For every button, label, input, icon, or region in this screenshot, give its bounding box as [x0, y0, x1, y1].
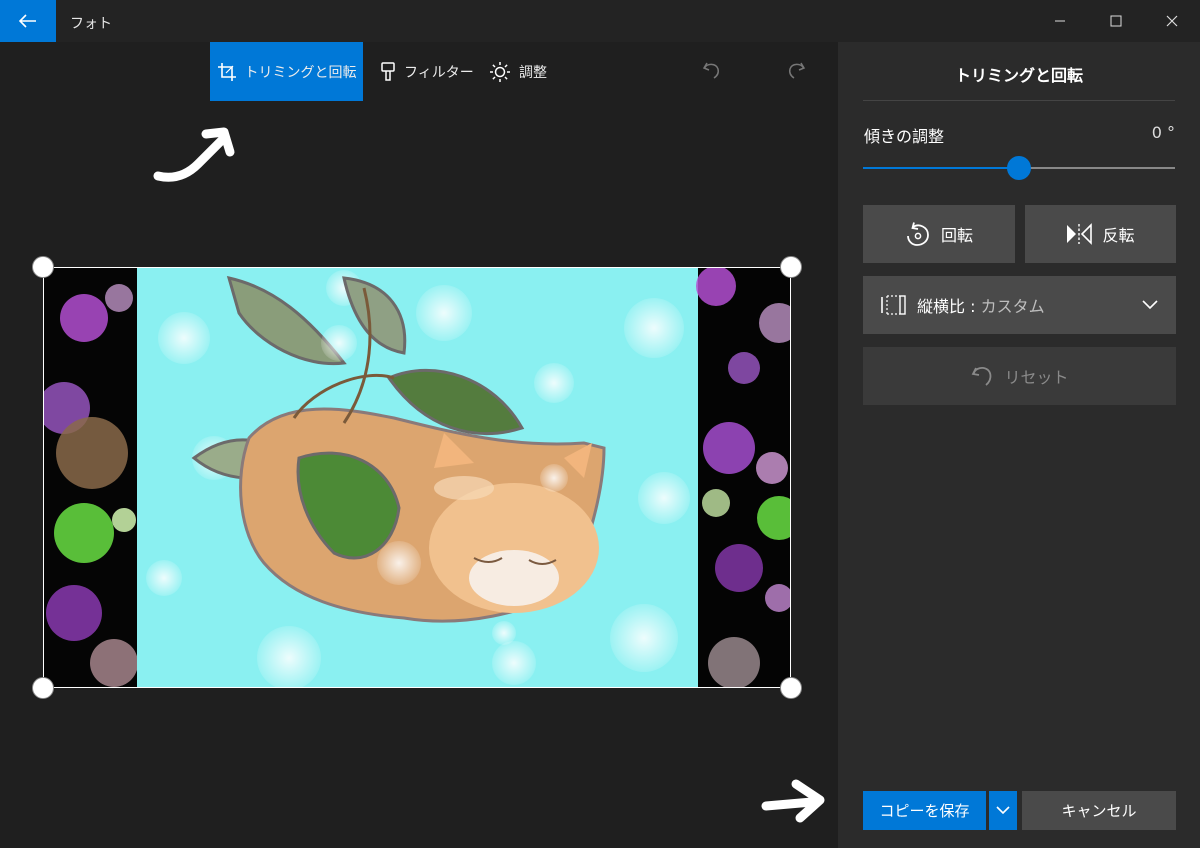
undo-button[interactable] [696, 54, 728, 86]
back-button[interactable] [0, 0, 56, 42]
close-window-button[interactable] [1144, 0, 1200, 42]
cancel-label: キャンセル [1061, 802, 1137, 820]
crop-rotate-panel: トリミングと回転 傾きの調整 0 ° 回転 反転 縦横比 : カスタム リセット… [838, 42, 1200, 848]
crop-handle-top-right[interactable] [780, 256, 802, 278]
straighten-slider-fill [863, 167, 1019, 169]
cancel-button[interactable]: キャンセル [1022, 791, 1176, 830]
aspect-ratio-prefix: 縦横比 : [917, 297, 981, 316]
straighten-value: 0 ° [1151, 123, 1175, 142]
chevron-down-icon [996, 806, 1010, 815]
aspect-ratio-icon [881, 295, 906, 315]
crop-icon [217, 62, 236, 81]
editor-canvas: トリミングと回転 フィルター 調整 [0, 42, 838, 848]
flip-button[interactable]: 反転 [1025, 205, 1176, 263]
rotate-icon [907, 222, 929, 246]
panel-title: トリミングと回転 [954, 66, 1083, 85]
crop-handle-bottom-left[interactable] [32, 677, 54, 699]
aspect-ratio-value: カスタム [980, 297, 1045, 316]
crop-handle-top-left[interactable] [32, 256, 54, 278]
maximize-button[interactable] [1088, 0, 1144, 42]
rotate-button[interactable]: 回転 [863, 205, 1015, 263]
maximize-icon [1110, 15, 1122, 27]
annotation-arrow-right [761, 779, 825, 823]
straighten-slider[interactable] [863, 156, 1175, 180]
save-options-dropdown[interactable] [989, 791, 1017, 830]
flip-label: 反転 [1102, 226, 1135, 245]
crop-handle-bottom-right[interactable] [780, 677, 802, 699]
tab-crop-rotate-label: トリミングと回転 [244, 64, 357, 81]
sun-icon [490, 61, 510, 82]
redo-icon [789, 62, 806, 79]
straighten-label: 傾きの調整 [864, 127, 945, 146]
reset-icon [972, 367, 992, 386]
app-title: フォト [70, 16, 112, 32]
aspect-ratio-dropdown[interactable]: 縦横比 : カスタム [863, 276, 1176, 334]
rotate-label: 回転 [940, 226, 973, 245]
straighten-slider-thumb[interactable] [1007, 156, 1031, 180]
minimize-icon [1055, 20, 1065, 22]
annotation-arrow-up [153, 127, 235, 182]
redo-button[interactable] [780, 54, 812, 86]
photo-preview[interactable] [43, 267, 791, 688]
tab-filter-label: フィルター [404, 64, 474, 81]
title-bar: フォト [0, 0, 1200, 42]
minimize-button[interactable] [1032, 0, 1088, 42]
chevron-down-icon [1142, 300, 1158, 310]
tab-adjust-label: 調整 [519, 64, 547, 81]
close-icon [1166, 15, 1178, 27]
tab-filter[interactable]: フィルター [380, 42, 474, 101]
tab-crop-rotate[interactable]: トリミングと回転 [210, 42, 363, 101]
save-copy-button[interactable]: コピーを保存 [863, 791, 986, 830]
save-copy-label: コピーを保存 [879, 802, 970, 820]
tab-adjust[interactable]: 調整 [489, 42, 547, 101]
kitten-photo-image [44, 268, 790, 687]
reset-button[interactable]: リセット [863, 347, 1176, 405]
back-arrow-icon [19, 14, 36, 28]
undo-icon [702, 62, 719, 79]
panel-divider [863, 100, 1175, 101]
brush-icon [381, 61, 395, 81]
flip-icon [1067, 223, 1093, 245]
reset-label: リセット [1004, 368, 1069, 387]
